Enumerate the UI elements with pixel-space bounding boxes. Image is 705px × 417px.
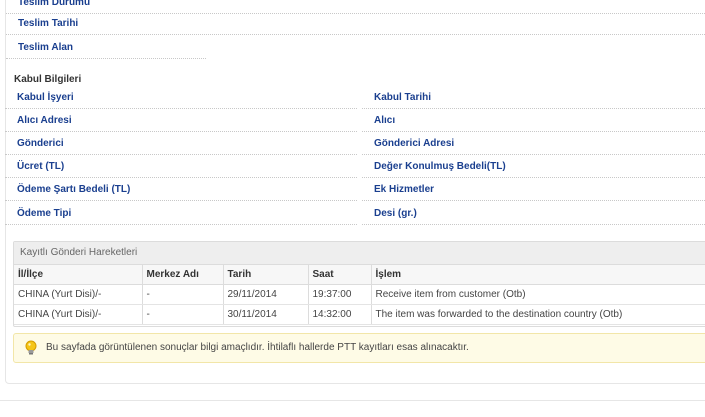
ek-hizmetler-label: Ek Hizmetler bbox=[374, 184, 435, 195]
kabul-isyeri-label: Kabul İşyeri bbox=[17, 92, 74, 103]
kabul-row: Gönderici Adresi bbox=[362, 133, 705, 155]
table-header-row: İl/İlçe Merkez Adı Tarih Saat İşlem bbox=[14, 265, 705, 285]
teslim-tarihi-row: Teslim Tarihi bbox=[6, 13, 705, 35]
teslim-tarihi-label: Teslim Tarihi bbox=[18, 18, 79, 29]
ucret-label: Ücret (TL) bbox=[17, 161, 65, 172]
cell-date: 29/11/2014 bbox=[223, 284, 309, 305]
row-divider bbox=[6, 34, 705, 35]
row-divider bbox=[362, 108, 705, 109]
kabul-row: Kabul İşyeri bbox=[5, 87, 357, 109]
notice-text: Bu sayfada görüntülenen sonuçlar bilgi a… bbox=[46, 342, 469, 353]
row-divider bbox=[5, 131, 357, 132]
movements-title: Kayıtlı Gönderi Hareketleri bbox=[14, 242, 705, 265]
row-divider bbox=[362, 154, 705, 155]
movements-table: İl/İlçe Merkez Adı Tarih Saat İşlem CHIN… bbox=[14, 265, 705, 325]
cell-date: 30/11/2014 bbox=[223, 304, 309, 325]
kabul-row: Gönderici bbox=[5, 133, 357, 155]
row-divider bbox=[362, 177, 705, 178]
odeme-sarti-label: Ödeme Şartı Bedeli (TL) bbox=[17, 184, 131, 195]
kabul-section-title: Kabul Bilgileri bbox=[14, 74, 82, 85]
shipment-movements-panel: Kayıtlı Gönderi Hareketleri İl/İlçe Merk… bbox=[13, 241, 705, 327]
row-divider bbox=[362, 224, 705, 225]
deger-konulmus-label: Değer Konulmuş Bedeli(TL) bbox=[374, 161, 506, 172]
kabul-row: Ödeme Tipi bbox=[5, 203, 357, 225]
column-header: Tarih bbox=[223, 265, 309, 285]
kabul-row: Ücret (TL) bbox=[5, 156, 357, 178]
lightbulb-icon bbox=[24, 340, 38, 356]
cell-center: - bbox=[142, 284, 224, 305]
info-notice: Bu sayfada görüntülenen sonuçlar bilgi a… bbox=[13, 333, 705, 363]
teslim-durumu-label: Teslim Durumu bbox=[18, 0, 91, 8]
table-row: CHINA (Yurt Disi)/- - 29/11/2014 19:37:0… bbox=[14, 284, 705, 305]
teslim-alan-row: Teslim Alan bbox=[6, 37, 206, 59]
kabul-row: Alıcı Adresi bbox=[5, 110, 357, 132]
row-divider bbox=[6, 58, 206, 59]
table-row: CHINA (Yurt Disi)/- - 30/11/2014 14:32:0… bbox=[14, 304, 705, 325]
teslim-alan-label: Teslim Alan bbox=[18, 42, 74, 53]
kabul-tarihi-label: Kabul Tarihi bbox=[374, 92, 432, 103]
cell-time: 19:37:00 bbox=[308, 284, 372, 305]
cell-action: The item was forwarded to the destinatio… bbox=[371, 304, 705, 325]
cell-center: - bbox=[142, 304, 224, 325]
odeme-tipi-label: Ödeme Tipi bbox=[17, 208, 72, 219]
cell-time: 14:32:00 bbox=[308, 304, 372, 325]
footer-divider bbox=[0, 400, 705, 401]
column-header: Saat bbox=[308, 265, 372, 285]
gonderici-label: Gönderici bbox=[17, 138, 64, 149]
kabul-row: Desi (gr.) bbox=[362, 203, 705, 225]
row-divider bbox=[5, 200, 357, 201]
kabul-row: Ödeme Şartı Bedeli (TL) bbox=[5, 179, 357, 201]
kabul-row: Kabul Tarihi bbox=[362, 87, 705, 109]
column-header: İl/İlçe bbox=[14, 265, 143, 285]
teslim-durumu-row: Teslim Durumu bbox=[6, 0, 705, 14]
row-divider bbox=[5, 224, 357, 225]
row-divider bbox=[362, 200, 705, 201]
column-header: Merkez Adı bbox=[142, 265, 224, 285]
row-divider bbox=[5, 108, 357, 109]
cell-location: CHINA (Yurt Disi)/- bbox=[14, 304, 143, 325]
cell-action: Receive item from customer (Otb) bbox=[371, 284, 705, 305]
row-divider bbox=[5, 154, 357, 155]
desi-label: Desi (gr.) bbox=[374, 208, 417, 219]
row-divider bbox=[5, 177, 357, 178]
row-divider bbox=[362, 131, 705, 132]
alici-adresi-label: Alıcı Adresi bbox=[17, 115, 72, 126]
gonderici-adresi-label: Gönderici Adresi bbox=[374, 138, 455, 149]
column-header: İşlem bbox=[371, 265, 705, 285]
kabul-row: Ek Hizmetler bbox=[362, 179, 705, 201]
cell-location: CHINA (Yurt Disi)/- bbox=[14, 284, 143, 305]
kabul-row: Alıcı bbox=[362, 110, 705, 132]
kabul-row: Değer Konulmuş Bedeli(TL) bbox=[362, 156, 705, 178]
alici-label: Alıcı bbox=[374, 115, 396, 126]
